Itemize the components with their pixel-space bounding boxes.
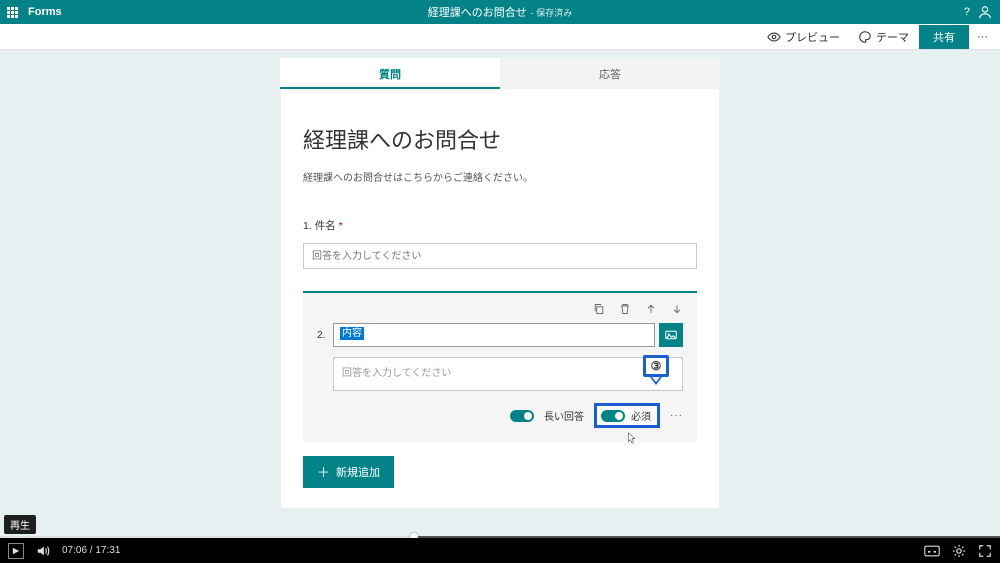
app-bar: Forms 経理課へのお問合せ - 保存済み ? xyxy=(0,0,1000,24)
insert-media-button[interactable] xyxy=(659,323,683,347)
cursor-icon xyxy=(627,432,637,444)
q1-answer-input[interactable] xyxy=(303,243,697,269)
replay-badge: 再生 xyxy=(4,515,36,534)
q2-number: 2. xyxy=(317,330,327,341)
theme-button[interactable]: テーマ xyxy=(850,26,917,48)
video-time: 07:06 / 17:31 xyxy=(62,545,120,556)
command-bar: プレビュー テーマ 共有 ··· xyxy=(0,24,1000,50)
required-label: 必須 xyxy=(631,408,651,423)
long-answer-toggle[interactable] xyxy=(510,410,534,422)
form-heading[interactable]: 経理課へのお問合せ xyxy=(303,123,697,155)
waffle-icon[interactable] xyxy=(0,7,24,18)
plus-icon: ＋ xyxy=(317,466,330,479)
q1-required-mark: * xyxy=(339,220,343,232)
theme-label: テーマ xyxy=(876,29,909,45)
arrow-up-icon[interactable] xyxy=(645,303,657,315)
required-toggle[interactable] xyxy=(601,410,625,422)
form-canvas: 質問 応答 経理課へのお問合せ 経理課へのお問合せはこちらからご連絡ください。 … xyxy=(0,50,1000,538)
q2-more-button[interactable]: ··· xyxy=(670,410,683,421)
q2-edit-block: 2. 内容 回答を入力してください ③ 長い回答 xyxy=(303,291,697,442)
trash-icon[interactable] xyxy=(619,303,631,315)
fullscreen-icon[interactable] xyxy=(978,544,992,558)
form-title-bar: 経理課へのお問合せ - 保存済み xyxy=(428,4,573,20)
share-label: 共有 xyxy=(933,29,955,45)
q1-label: 1. 件名 * xyxy=(303,218,697,233)
annotation-callout: ③ xyxy=(643,355,669,382)
q2-answer-preview: 回答を入力してください xyxy=(333,357,683,391)
required-group: 必須 xyxy=(594,403,660,428)
q2-footer: 長い回答 必須 ··· xyxy=(317,403,683,428)
long-answer-label: 長い回答 xyxy=(544,408,584,423)
q1-text: 件名 xyxy=(315,220,336,232)
form-description[interactable]: 経理課へのお問合せはこちらからご連絡ください。 xyxy=(303,169,697,184)
more-commands-button[interactable]: ··· xyxy=(971,28,994,46)
arrow-down-icon[interactable] xyxy=(671,303,683,315)
gear-icon[interactable] xyxy=(952,544,966,558)
q2-title-input[interactable]: 内容 xyxy=(333,323,655,347)
eye-icon xyxy=(767,30,781,44)
form-title-text: 経理課へのお問合せ xyxy=(428,4,527,20)
help-icon[interactable]: ? xyxy=(964,6,970,18)
user-icon[interactable] xyxy=(978,5,992,19)
copy-icon[interactable] xyxy=(593,303,605,315)
time-current: 07:06 xyxy=(62,545,87,556)
app-brand[interactable]: Forms xyxy=(24,6,62,18)
add-question-label: 新規追加 xyxy=(336,464,380,480)
volume-icon[interactable] xyxy=(36,544,50,558)
q2-toolbar xyxy=(317,303,683,315)
captions-icon[interactable] xyxy=(924,545,940,557)
preview-label: プレビュー xyxy=(785,29,840,45)
q2-title-value: 内容 xyxy=(340,327,364,340)
form-tabs: 質問 応答 xyxy=(280,50,720,89)
annotation-label: ③ xyxy=(643,355,669,377)
play-button[interactable] xyxy=(8,543,24,559)
share-button[interactable]: 共有 xyxy=(919,25,969,49)
video-player-bar: 07:06 / 17:31 xyxy=(0,538,1000,563)
tab-responses[interactable]: 応答 xyxy=(500,58,720,89)
preview-button[interactable]: プレビュー xyxy=(759,26,848,48)
time-total: 17:31 xyxy=(95,545,120,556)
form-card: 経理課へのお問合せ 経理課へのお問合せはこちらからご連絡ください。 1. 件名 … xyxy=(280,89,720,509)
saved-indicator: - 保存済み xyxy=(531,6,573,19)
tab-questions[interactable]: 質問 xyxy=(280,58,500,89)
palette-icon xyxy=(858,30,872,44)
q1-number: 1. xyxy=(303,220,312,232)
add-question-button[interactable]: ＋ 新規追加 xyxy=(303,456,394,488)
